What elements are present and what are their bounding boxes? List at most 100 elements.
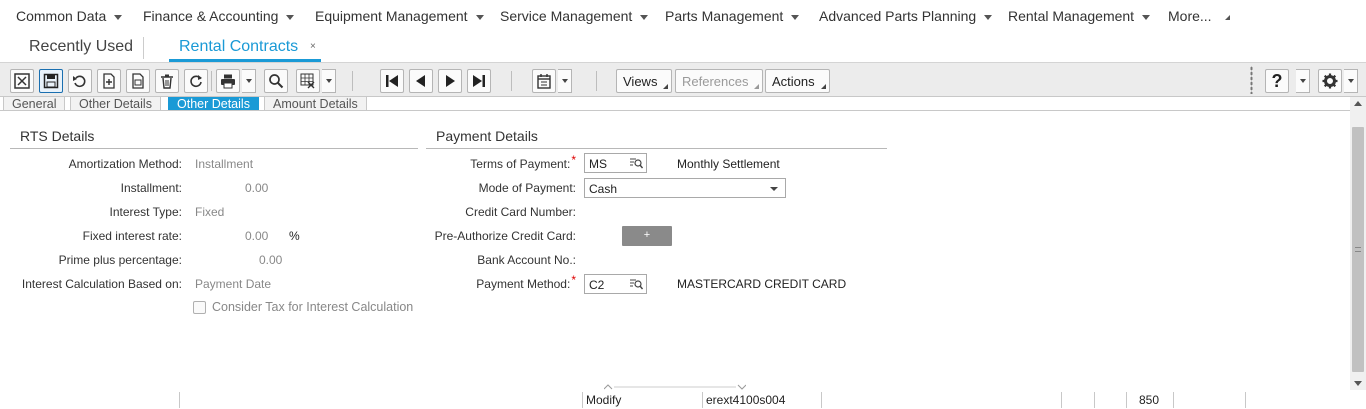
delete-button[interactable] xyxy=(155,69,179,93)
vertical-scrollbar[interactable] xyxy=(1350,97,1366,390)
menu-label: Rental Management xyxy=(1008,8,1135,24)
settings-button[interactable] xyxy=(1318,69,1342,93)
status-number: 850 xyxy=(1139,393,1160,407)
new-document-icon xyxy=(103,73,115,89)
section-divider xyxy=(10,148,418,149)
menu-equipment-management[interactable]: Equipment Management xyxy=(315,8,484,24)
scroll-grip-icon xyxy=(1355,247,1361,252)
copy-record-button[interactable] xyxy=(126,69,150,93)
subtab-general[interactable]: General xyxy=(3,97,66,110)
interest-type-value: Fixed xyxy=(195,205,225,219)
pre-authorize-button[interactable]: + xyxy=(622,226,672,246)
first-record-button[interactable] xyxy=(380,69,404,93)
print-button[interactable] xyxy=(216,69,240,93)
find-button[interactable] xyxy=(264,69,288,93)
settings-dropdown[interactable] xyxy=(1344,69,1358,93)
top-menu-bar: Common Data Finance & Accounting Equipme… xyxy=(0,0,1366,32)
views-label: Views xyxy=(623,74,658,89)
actions-label: Actions xyxy=(772,74,815,89)
export-button[interactable] xyxy=(296,69,320,93)
print-dropdown[interactable] xyxy=(242,69,256,93)
menu-more[interactable]: More... xyxy=(1168,8,1230,24)
first-icon xyxy=(386,75,398,87)
last-icon xyxy=(473,75,485,87)
menu-service-management[interactable]: Service Management xyxy=(500,8,649,24)
interest-calculation-label: Interest Calculation Based on: xyxy=(21,277,182,291)
last-record-button[interactable] xyxy=(467,69,491,93)
form-subtabs: General Other Details Other Details Amou… xyxy=(0,97,1350,111)
status-bar: Modify erext4100s004 850 xyxy=(0,390,1366,409)
exit-button[interactable] xyxy=(10,69,34,93)
chevron-down-icon xyxy=(1142,14,1151,20)
save-button[interactable] xyxy=(39,69,63,93)
subtab-other-details[interactable]: Other Details xyxy=(70,97,161,110)
status-separator xyxy=(582,392,583,408)
zoom-lookup-icon[interactable] xyxy=(629,278,643,290)
previous-record-button[interactable] xyxy=(409,69,433,93)
printer-icon xyxy=(221,74,235,89)
amortization-method-label: Amortization Method: xyxy=(68,157,182,171)
interest-type-label: Interest Type: xyxy=(109,205,183,219)
status-mode: Modify xyxy=(586,393,622,407)
payment-method-text: Payment Method: xyxy=(476,277,571,291)
next-record-button[interactable] xyxy=(438,69,462,93)
fixed-interest-rate-value: 0.00 xyxy=(245,229,269,243)
mode-of-payment-select[interactable]: Cash xyxy=(584,178,786,198)
corner-arrow-icon xyxy=(820,84,826,89)
toolbar-grip[interactable] xyxy=(1250,66,1253,94)
chevron-down-icon xyxy=(286,14,295,20)
status-separator xyxy=(821,392,822,408)
menu-common-data[interactable]: Common Data xyxy=(16,8,123,24)
subtab-other-details-active[interactable]: Other Details xyxy=(168,97,259,110)
terms-of-payment-value: MS xyxy=(589,157,607,171)
exit-icon xyxy=(14,73,30,89)
chevron-down-icon xyxy=(791,14,800,20)
views-menu[interactable]: Views xyxy=(616,69,673,93)
terms-of-payment-description: Monthly Settlement xyxy=(677,157,780,171)
status-separator xyxy=(1126,392,1127,408)
menu-rental-management[interactable]: Rental Management xyxy=(1008,8,1151,24)
scroll-down-icon[interactable] xyxy=(1354,381,1362,386)
scroll-up-icon[interactable] xyxy=(1354,101,1362,106)
menu-advanced-parts-planning[interactable]: Advanced Parts Planning xyxy=(819,8,993,24)
new-record-button[interactable] xyxy=(97,69,121,93)
menu-finance-accounting[interactable]: Finance & Accounting xyxy=(143,8,295,24)
close-tab-icon[interactable]: × xyxy=(310,41,316,52)
references-menu[interactable]: References xyxy=(675,69,764,93)
toolbar-separator xyxy=(352,71,353,91)
toolbar-separator xyxy=(596,71,597,91)
consider-tax-checkbox[interactable] xyxy=(193,301,206,314)
payment-method-value: C2 xyxy=(589,278,605,292)
terms-of-payment-input[interactable]: MS xyxy=(584,153,647,173)
help-dropdown[interactable] xyxy=(1296,69,1310,93)
export-grid-icon xyxy=(300,73,315,89)
menu-parts-management[interactable]: Parts Management xyxy=(665,8,800,24)
undo-button[interactable] xyxy=(68,69,92,93)
gear-icon xyxy=(1322,73,1338,89)
menu-label: Equipment Management xyxy=(315,8,468,24)
subtab-amount-details[interactable]: Amount Details xyxy=(264,97,367,110)
status-screen-code: erext4100s004 xyxy=(706,393,786,407)
calendar-dropdown[interactable] xyxy=(558,69,572,93)
payment-method-input[interactable]: C2 xyxy=(584,274,647,294)
payment-details-title: Payment Details xyxy=(436,128,538,144)
prime-plus-percentage-label: Prime plus percentage: xyxy=(58,253,182,267)
required-marker: * xyxy=(571,153,576,167)
calendar-icon xyxy=(537,74,551,89)
tab-rental-contracts[interactable]: Rental Contracts xyxy=(179,38,298,56)
calendar-button[interactable] xyxy=(532,69,556,93)
corner-arrow-icon xyxy=(663,84,669,89)
amortization-method-value: Installment xyxy=(195,157,254,171)
export-dropdown[interactable] xyxy=(322,69,336,93)
actions-menu[interactable]: Actions xyxy=(765,69,830,93)
refresh-button[interactable] xyxy=(184,69,208,93)
zoom-lookup-icon[interactable] xyxy=(629,157,643,169)
help-icon: ? xyxy=(1271,70,1283,91)
status-separator xyxy=(1061,392,1062,408)
status-separator xyxy=(1094,392,1095,408)
tab-recently-used[interactable]: Recently Used xyxy=(29,38,133,56)
chevron-down-icon xyxy=(114,14,123,20)
fixed-interest-rate-label: Fixed interest rate: xyxy=(82,229,182,243)
save-icon xyxy=(43,73,59,89)
help-button[interactable]: ? xyxy=(1265,69,1289,93)
